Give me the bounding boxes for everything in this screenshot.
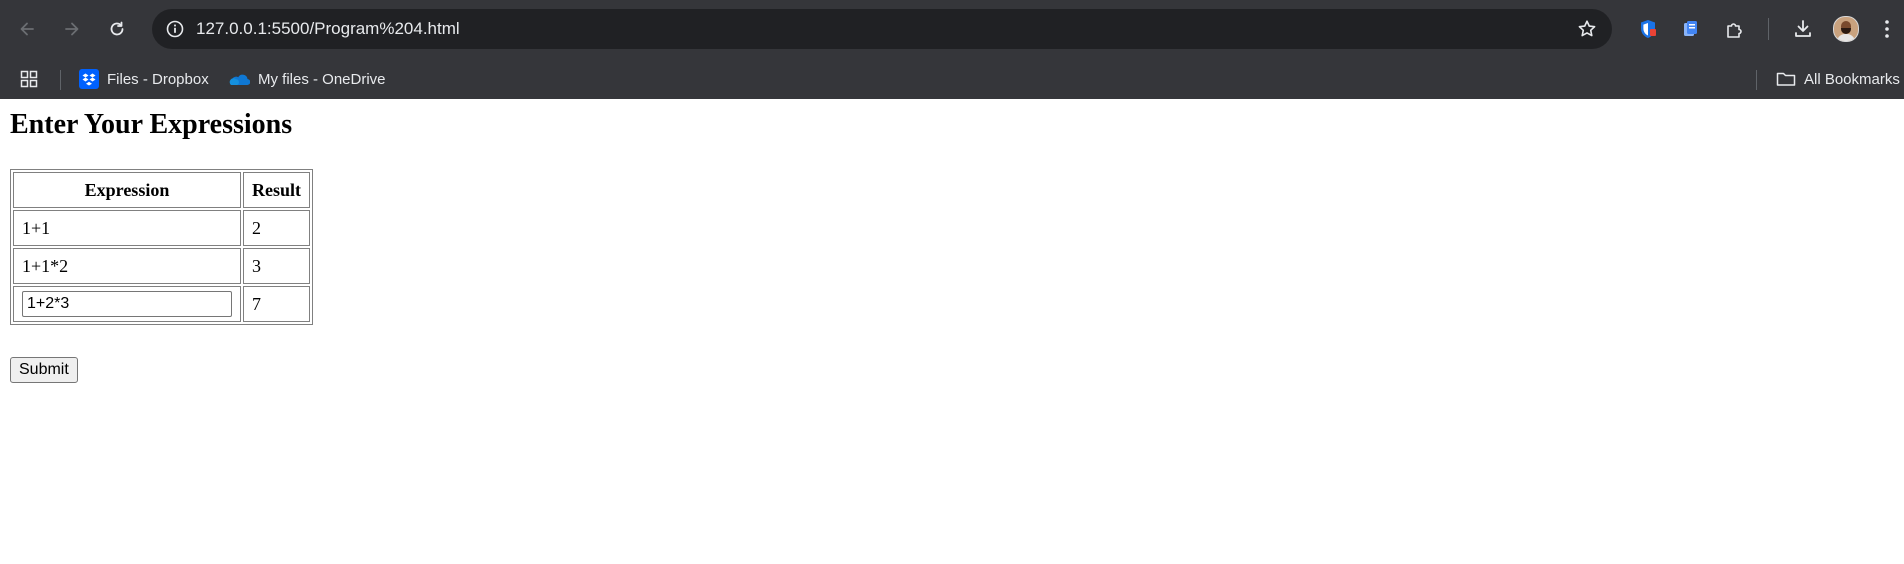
apps-button[interactable]: [20, 64, 38, 94]
profile-button[interactable]: [1829, 12, 1863, 46]
copy-extension-icon: [1684, 21, 1697, 36]
result-cell: 2: [243, 210, 310, 246]
expression-cell: 1+1*2: [13, 248, 241, 284]
onedrive-icon: [228, 71, 250, 87]
bookmark-star-button[interactable]: [1572, 14, 1602, 44]
puzzle-icon: [1727, 23, 1742, 38]
result-cell: 3: [243, 248, 310, 284]
all-bookmarks-button[interactable]: All Bookmarks: [1776, 64, 1900, 94]
address-bar[interactable]: 127.0.0.1:5500/Program%204.html: [152, 9, 1612, 49]
back-arrow-icon: [20, 22, 34, 36]
chrome-menu-button[interactable]: [1870, 12, 1904, 46]
bookmarks-divider: [1756, 70, 1757, 90]
bookmark-dropbox[interactable]: Files - Dropbox: [79, 64, 209, 94]
forward-button[interactable]: [55, 12, 89, 46]
info-icon: [166, 20, 184, 38]
extensions-button[interactable]: [1718, 12, 1752, 46]
bookmark-onedrive[interactable]: My files - OneDrive: [228, 64, 386, 94]
expression-column-header: Expression: [13, 172, 241, 208]
back-button[interactable]: [10, 12, 44, 46]
bookmarks-bar: Files - Dropbox My files - OneDrive All …: [0, 58, 1904, 99]
table-row: 7: [13, 286, 310, 322]
table-row: 1+1 2: [13, 210, 310, 246]
bookmark-label: Files - Dropbox: [107, 70, 209, 88]
all-bookmarks-label: All Bookmarks: [1804, 70, 1900, 88]
page-content: Enter Your Expressions Expression Result…: [0, 99, 1904, 564]
expression-cell: 1+1: [13, 210, 241, 246]
url-text[interactable]: 127.0.0.1:5500/Program%204.html: [196, 9, 460, 49]
download-icon: [1795, 20, 1811, 37]
bookmarks-divider: [60, 70, 61, 90]
submit-button[interactable]: Submit: [10, 357, 78, 383]
table-row: 1+1*2 3: [13, 248, 310, 284]
table-header-row: Expression Result: [13, 172, 310, 208]
copy-extension-button[interactable]: [1673, 12, 1707, 46]
star-icon: [1578, 20, 1596, 37]
reload-button[interactable]: [100, 12, 134, 46]
page-title: Enter Your Expressions: [10, 109, 293, 140]
shield-extension-icon: [1641, 20, 1656, 38]
more-vertical-icon: [1885, 20, 1889, 38]
expression-input[interactable]: [22, 291, 232, 317]
forward-arrow-icon: [65, 22, 79, 36]
avatar: [1833, 16, 1859, 42]
folder-icon: [1776, 71, 1796, 87]
downloads-button[interactable]: [1786, 12, 1820, 46]
site-info-button[interactable]: [160, 14, 190, 44]
toolbar-divider: [1768, 18, 1769, 40]
dropbox-icon: [79, 69, 99, 89]
bookmark-label: My files - OneDrive: [258, 70, 386, 88]
result-column-header: Result: [243, 172, 310, 208]
result-cell: 7: [243, 286, 310, 322]
reload-icon: [110, 21, 124, 36]
expressions-table: Expression Result 1+1 2 1+1*2 3 7: [10, 169, 313, 325]
password-manager-extension-button[interactable]: [1631, 12, 1665, 46]
apps-grid-icon: [20, 70, 38, 88]
expression-input-cell: [13, 286, 241, 322]
browser-toolbar: 127.0.0.1:5500/Program%204.html: [0, 0, 1904, 58]
